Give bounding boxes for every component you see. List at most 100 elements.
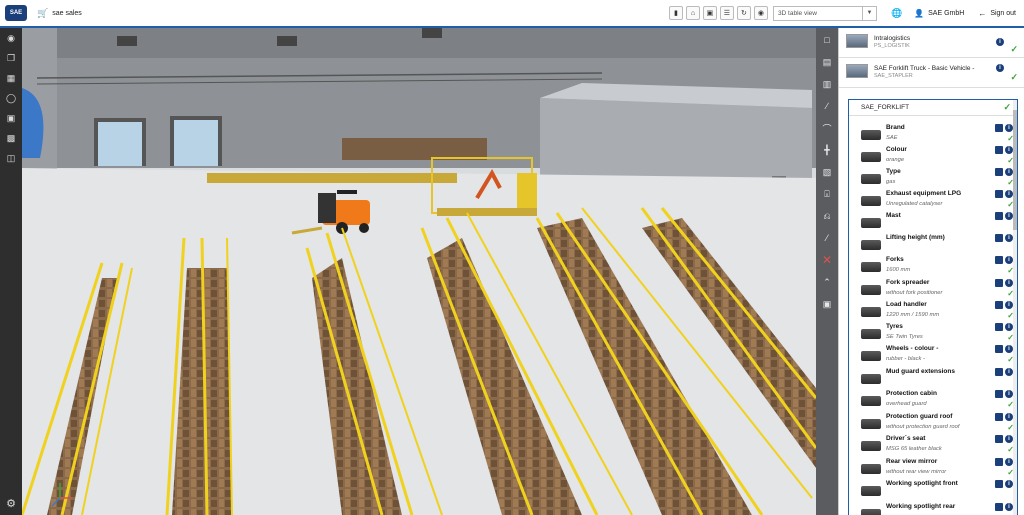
section-header[interactable]: SAE_FORKLIFT ✓ [849,100,1017,116]
info-icon[interactable]: i [1005,435,1013,443]
image-icon[interactable] [995,503,1003,511]
image-icon[interactable] [995,345,1003,353]
info-icon[interactable]: i [1005,279,1013,287]
view-select[interactable]: 3D table view ▼ [772,5,877,21]
wrench-icon[interactable]: ⁄ [816,228,838,248]
info-icon[interactable]: i [1005,190,1013,198]
image-icon[interactable] [995,368,1003,376]
gear-icon[interactable]: ⚙ [0,495,22,511]
list-button[interactable]: ☰ [719,6,734,20]
tag-icon[interactable]: ◯ [0,88,22,108]
image-icon[interactable] [995,435,1003,443]
option-row[interactable]: Fork spreader without fork positioner i ✓ [849,279,1017,301]
eye-button[interactable]: ◉ [753,6,768,20]
image-icon[interactable] [995,256,1003,264]
bracket-icon[interactable]: ⌻ [816,184,838,204]
info-icon[interactable]: i [1005,503,1013,511]
info-icon[interactable]: i [1005,256,1013,264]
image-icon[interactable] [995,390,1003,398]
camera-icon[interactable]: ▣ [0,108,22,128]
chevron-down-icon[interactable]: ▼ [861,6,876,20]
option-row[interactable]: Wheels - colour - rubber - black - i ✓ [849,345,1017,367]
info-icon[interactable]: i [1005,234,1013,242]
option-row[interactable]: Tyres SE Twin Tyres i ✓ [849,323,1017,345]
scrollbar-thumb[interactable] [1013,110,1017,230]
info-icon[interactable]: i [996,64,1004,72]
image-icon[interactable] [995,212,1003,220]
refresh-button[interactable]: ↻ [736,6,751,20]
option-row[interactable]: Rear view mirror without rear view mirror… [849,458,1017,480]
image-icon[interactable] [995,190,1003,198]
conveyor-icon[interactable]: ∕ [816,96,838,116]
box-icon[interactable]: ▣ [816,294,838,314]
info-icon[interactable]: i [1005,480,1013,488]
option-row[interactable]: Driver`s seat MSG 65 leather black i ✓ [849,435,1017,457]
option-row[interactable]: Mud guard extensions i [849,368,1017,390]
config-item-forklift-basic[interactable]: SAE Forklift Truck - Basic Vehicle - SAE… [839,58,1024,88]
info-icon[interactable]: i [1005,390,1013,398]
info-icon[interactable]: i [1005,301,1013,309]
home-button[interactable]: ⌂ [685,6,700,20]
info-icon[interactable]: i [1005,458,1013,466]
curve-icon[interactable]: ⌒ [816,118,838,138]
image-icon[interactable] [995,168,1003,176]
image-icon[interactable] [995,413,1003,421]
signout-icon[interactable]: ← [978,9,986,18]
delete-icon[interactable]: ✕ [816,250,838,270]
shelf-icon[interactable]: ▥ [816,74,838,94]
image-icon[interactable] [995,323,1003,331]
option-row[interactable]: Protection cabin overhead guard i ✓ [849,390,1017,412]
roof-icon[interactable]: ⌃ [816,272,838,292]
info-icon[interactable]: i [1005,124,1013,132]
save-icon[interactable]: ▩ [0,128,22,148]
image-icon[interactable] [995,279,1003,287]
option-row[interactable]: Colour orange i ✓ [849,146,1017,168]
option-row[interactable]: Forks 1600 mm i ✓ [849,256,1017,278]
info-icon[interactable]: i [1005,368,1013,376]
option-row[interactable]: Type gas i ✓ [849,168,1017,190]
vr-button[interactable]: ▣ [702,6,717,20]
option-row[interactable]: Brand SAE i ✓ [849,124,1017,146]
forklift-icon[interactable]: ◫ [0,148,22,168]
panel-icon[interactable]: □ [816,30,838,50]
layers-icon[interactable]: ▦ [0,68,22,88]
option-label: Protection guard roof [886,413,953,420]
option-row[interactable]: Lifting height (mm) i [849,234,1017,256]
info-icon[interactable]: i [1005,212,1013,220]
option-row[interactable]: Mast i [849,212,1017,234]
image-icon[interactable] [995,480,1003,488]
globe-icon[interactable]: 🌐 [891,8,902,19]
option-row[interactable]: Exhaust equipment LPG Unregulated catalys… [849,190,1017,212]
scrollbar[interactable] [1013,100,1017,515]
option-row[interactable]: Load handler 1220 mm / 1590 mm i ✓ [849,301,1017,323]
image-icon[interactable] [995,301,1003,309]
info-icon[interactable]: i [1005,146,1013,154]
3d-viewport[interactable] [22,28,816,515]
user-icon[interactable]: 👤 [914,9,924,18]
config-item-intralogistics[interactable]: Intralogistics PS_LOGISTIK i ✓ [839,28,1024,58]
info-icon[interactable]: i [996,38,1004,46]
stack-icon[interactable]: ▧ [816,162,838,182]
info-icon[interactable]: i [1005,323,1013,331]
option-row[interactable]: Working spotlight rear i [849,503,1017,515]
image-icon[interactable] [995,146,1003,154]
option-row[interactable]: Working spotlight front i [849,480,1017,502]
frame-icon[interactable]: ╋ [816,140,838,160]
option-row[interactable]: Protection guard roof without protection … [849,413,1017,435]
copy-icon[interactable]: ❐ [0,48,22,68]
rack-icon[interactable]: ▤ [816,52,838,72]
info-icon[interactable]: i [1005,345,1013,353]
cart-icon[interactable]: 🛒 [37,8,48,19]
sae-logo[interactable]: SAE [5,5,27,21]
image-icon[interactable] [995,234,1003,242]
image-icon[interactable] [995,124,1003,132]
eye-icon[interactable]: ◉ [0,28,22,48]
image-icon[interactable] [995,458,1003,466]
company-name[interactable]: SAE GmbH [928,10,964,17]
signout-link[interactable]: Sign out [990,10,1016,17]
info-icon[interactable]: i [1005,168,1013,176]
info-icon[interactable]: i [1005,413,1013,421]
lamp-icon[interactable]: ⎌ [816,206,838,226]
app-title[interactable]: sae sales [52,10,82,17]
bookmark-button[interactable]: ▮ [668,6,683,20]
